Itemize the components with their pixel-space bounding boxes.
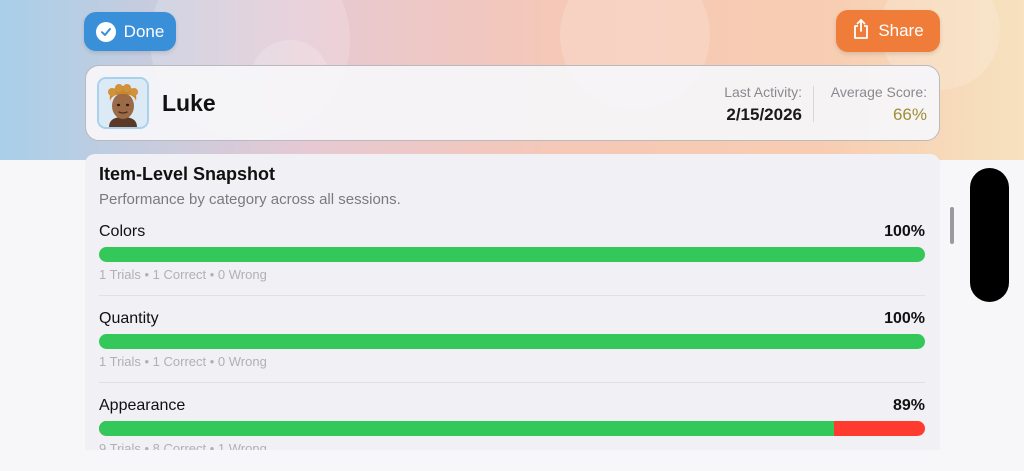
- row-divider: [99, 295, 925, 296]
- side-handle[interactable]: [970, 168, 1009, 302]
- category-meta: 1 Trials • 1 Correct • 0 Wrong: [99, 354, 267, 369]
- profile-name: Luke: [162, 90, 216, 116]
- last-activity-value: 2/15/2026: [726, 105, 802, 124]
- item-level-snapshot-card: Item-Level Snapshot Performance by categ…: [85, 154, 940, 454]
- category-progress-bar: [99, 334, 925, 349]
- correct-fill: [99, 334, 925, 349]
- category-percent: 100%: [884, 310, 925, 327]
- average-score-stat: Average Score: 66%: [831, 84, 927, 125]
- category-progress-bar: [99, 247, 925, 262]
- category-percent: 89%: [892, 397, 925, 414]
- correct-fill: [99, 421, 835, 436]
- category-meta: 1 Trials • 1 Correct • 0 Wrong: [99, 267, 267, 282]
- share-label: Share: [878, 21, 924, 40]
- scroll-indicator[interactable]: [950, 207, 954, 244]
- correct-fill: [99, 247, 925, 262]
- category-percent: 100%: [884, 223, 925, 240]
- bottom-edge: [0, 450, 1024, 471]
- avatar: [97, 77, 149, 129]
- last-activity-stat: Last Activity: 2/15/2026: [724, 84, 802, 125]
- category-name: Colors: [99, 223, 146, 240]
- category-name: Appearance: [99, 397, 186, 414]
- row-divider: [99, 382, 925, 383]
- snapshot-subtitle: Performance by category across all sessi…: [99, 191, 401, 208]
- category-progress-bar: [99, 421, 925, 436]
- average-score-label: Average Score:: [830, 84, 927, 100]
- last-activity-label: Last Activity:: [724, 84, 802, 100]
- share-button[interactable]: Share: [836, 10, 940, 52]
- done-label: Done: [123, 21, 165, 41]
- share-icon: [852, 18, 870, 45]
- stat-divider: [813, 86, 814, 122]
- average-score-value: 66%: [892, 105, 927, 124]
- category-name: Quantity: [99, 310, 159, 327]
- checkmark-circle-icon: [95, 21, 116, 42]
- done-button[interactable]: Done: [84, 12, 176, 51]
- profile-card: Luke Last Activity: 2/15/2026 Average Sc…: [85, 65, 940, 141]
- snapshot-title: Item-Level Snapshot: [99, 164, 276, 184]
